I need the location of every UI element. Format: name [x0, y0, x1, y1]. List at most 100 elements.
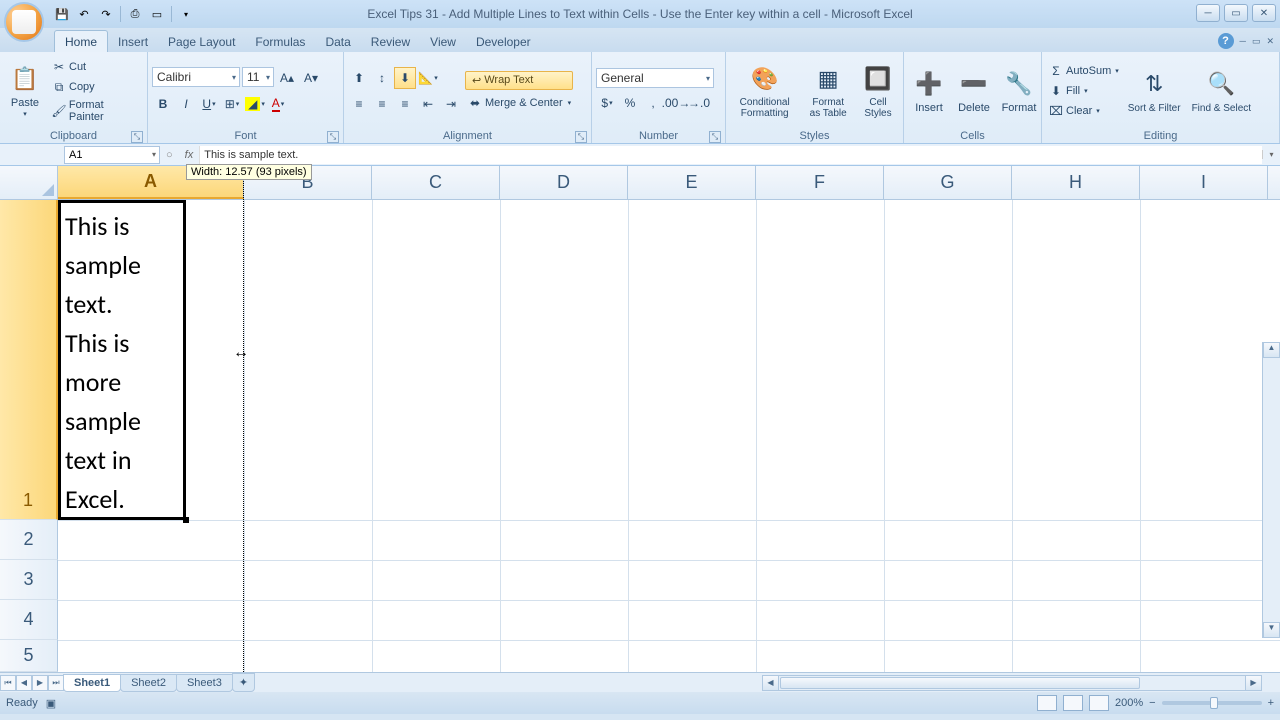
tab-formulas[interactable]: Formulas	[245, 31, 315, 52]
align-top-button[interactable]: ⬆	[348, 67, 370, 89]
page-layout-view-button[interactable]	[1063, 695, 1083, 711]
copy-button[interactable]: ⧉Copy	[49, 78, 143, 96]
format-painter-button[interactable]: 🖌Format Painter	[49, 98, 143, 124]
tab-view[interactable]: View	[420, 31, 466, 52]
expand-formula-bar-button[interactable]: ▾	[1262, 150, 1280, 159]
tab-insert[interactable]: Insert	[108, 31, 158, 52]
scroll-right-button[interactable]: ▶	[1245, 676, 1261, 690]
format-cells-button[interactable]: 🔧Format	[998, 54, 1040, 128]
grow-font-button[interactable]: A▴	[276, 67, 298, 89]
clipboard-dialog-launcher[interactable]: ⤡	[131, 131, 143, 143]
zoom-slider[interactable]	[1162, 701, 1262, 705]
decrease-decimal-button[interactable]: →.0	[688, 92, 710, 114]
zoom-level[interactable]: 200%	[1115, 697, 1143, 709]
new-sheet-button[interactable]: ✦	[232, 673, 255, 692]
prev-sheet-button[interactable]: ◀	[16, 675, 32, 691]
align-right-button[interactable]: ≡	[394, 93, 416, 115]
align-left-button[interactable]: ≡	[348, 93, 370, 115]
font-name-combo[interactable]: Calibri	[152, 67, 240, 87]
delete-cells-button[interactable]: ➖Delete	[953, 54, 995, 128]
office-button[interactable]	[4, 2, 44, 42]
tab-developer[interactable]: Developer	[466, 31, 541, 52]
sheet-tab-sheet2[interactable]: Sheet2	[120, 674, 177, 692]
page-break-view-button[interactable]	[1089, 695, 1109, 711]
increase-indent-button[interactable]: ⇥	[440, 93, 462, 115]
row-header-1[interactable]: 1	[0, 200, 58, 520]
maximize-button[interactable]: ▭	[1224, 4, 1248, 22]
fx-icon[interactable]: fx	[179, 149, 200, 161]
row-header-3[interactable]: 3	[0, 560, 58, 600]
cell-grid[interactable]: This is sample text. This is more sample…	[58, 200, 1280, 672]
column-header-e[interactable]: E	[628, 166, 756, 199]
first-sheet-button[interactable]: ⏮	[0, 675, 16, 691]
number-format-combo[interactable]: General	[596, 68, 714, 88]
zoom-slider-thumb[interactable]	[1210, 697, 1218, 709]
ribbon-restore-button[interactable]: ▭	[1252, 36, 1261, 47]
format-as-table-button[interactable]: ▦Format as Table	[802, 54, 854, 128]
align-bottom-button[interactable]: ⬇	[394, 67, 416, 89]
clear-button[interactable]: ⌧Clear▾	[1046, 102, 1121, 120]
column-header-g[interactable]: G	[884, 166, 1012, 199]
column-header-h[interactable]: H	[1012, 166, 1140, 199]
find-select-button[interactable]: 🔍Find & Select	[1188, 54, 1255, 128]
number-dialog-launcher[interactable]: ⤡	[709, 131, 721, 143]
ribbon-close-button[interactable]: ✕	[1266, 36, 1274, 47]
font-dialog-launcher[interactable]: ⤡	[327, 131, 339, 143]
tab-home[interactable]: Home	[54, 30, 108, 52]
column-header-f[interactable]: F	[756, 166, 884, 199]
shrink-font-button[interactable]: A▾	[300, 67, 322, 89]
merge-center-button[interactable]: ⬌Merge & Center▾	[465, 94, 573, 112]
hscroll-thumb[interactable]	[780, 677, 1140, 689]
cell-a1[interactable]: This is sample text. This is more sample…	[58, 200, 186, 520]
tab-review[interactable]: Review	[361, 31, 420, 52]
decrease-indent-button[interactable]: ⇤	[417, 93, 439, 115]
zoom-in-button[interactable]: +	[1268, 697, 1274, 709]
font-size-combo[interactable]: 11	[242, 67, 274, 87]
percent-button[interactable]: %	[619, 92, 641, 114]
name-box[interactable]: A1	[64, 146, 160, 164]
cell-styles-button[interactable]: 🔲Cell Styles	[857, 54, 899, 128]
cut-button[interactable]: ✂Cut	[49, 58, 143, 76]
select-all-corner[interactable]	[0, 166, 58, 199]
orientation-button[interactable]: 📐	[417, 67, 439, 89]
horizontal-scrollbar[interactable]: ◀ ▶	[762, 675, 1262, 691]
scroll-up-button[interactable]: ▲	[1263, 342, 1280, 358]
macro-record-icon[interactable]: ▣	[46, 697, 56, 710]
column-header-i[interactable]: I	[1140, 166, 1268, 199]
alignment-dialog-launcher[interactable]: ⤡	[575, 131, 587, 143]
font-color-button[interactable]: A	[267, 93, 289, 115]
underline-button[interactable]: U	[198, 93, 220, 115]
vertical-scrollbar[interactable]: ▲ ▼	[1262, 342, 1280, 638]
fill-button[interactable]: ⬇Fill▾	[1046, 82, 1121, 100]
italic-button[interactable]: I	[175, 93, 197, 115]
close-button[interactable]: ✕	[1252, 4, 1276, 22]
row-header-4[interactable]: 4	[0, 600, 58, 640]
sheet-tab-sheet1[interactable]: Sheet1	[63, 674, 121, 692]
tab-data[interactable]: Data	[315, 31, 360, 52]
accounting-button[interactable]: $	[596, 92, 618, 114]
border-button[interactable]: ⊞	[221, 93, 243, 115]
increase-decimal-button[interactable]: .00→	[665, 92, 687, 114]
last-sheet-button[interactable]: ⏭	[48, 675, 64, 691]
scroll-left-button[interactable]: ◀	[763, 676, 779, 690]
scroll-down-button[interactable]: ▼	[1263, 622, 1280, 638]
fill-color-button[interactable]: ◢	[244, 93, 266, 115]
row-header-5[interactable]: 5	[0, 640, 58, 672]
normal-view-button[interactable]	[1037, 695, 1057, 711]
row-header-2[interactable]: 2	[0, 520, 58, 560]
sort-filter-button[interactable]: ⇅Sort & Filter	[1124, 54, 1185, 128]
paste-button[interactable]: 📋 Paste ▾	[4, 54, 46, 128]
help-icon[interactable]: ?	[1218, 33, 1234, 49]
autosum-button[interactable]: ΣAutoSum▾	[1046, 62, 1121, 80]
align-middle-button[interactable]: ↕	[371, 67, 393, 89]
bold-button[interactable]: B	[152, 93, 174, 115]
column-header-c[interactable]: C	[372, 166, 500, 199]
fill-handle[interactable]	[183, 517, 189, 523]
conditional-formatting-button[interactable]: 🎨Conditional Formatting	[730, 54, 799, 128]
insert-cells-button[interactable]: ➕Insert	[908, 54, 950, 128]
formula-bar[interactable]: This is sample text.	[199, 146, 1262, 164]
ribbon-minimize-button[interactable]: ─	[1240, 36, 1246, 46]
wrap-text-button[interactable]: ↩Wrap Text	[465, 71, 573, 90]
align-center-button[interactable]: ≡	[371, 93, 393, 115]
column-header-d[interactable]: D	[500, 166, 628, 199]
